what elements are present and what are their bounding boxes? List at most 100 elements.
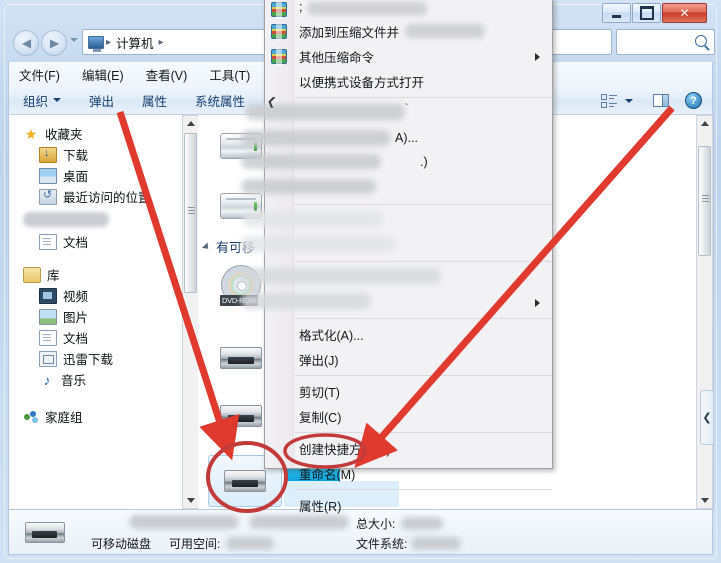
sidebar-item-documents[interactable]: 文档	[9, 327, 199, 348]
star-icon: ★	[24, 125, 38, 142]
context-menu-item-0-tail: ;	[299, 0, 303, 14]
context-menu-item-copy[interactable]: 复制(C)	[265, 404, 552, 429]
scroll-up-arrow[interactable]	[697, 116, 712, 131]
sidebar-item-recent-places[interactable]: 最近访问的位置	[9, 186, 199, 207]
breadcrumb-separator-end[interactable]: ▸	[157, 37, 166, 48]
scroll-down-arrow[interactable]	[183, 493, 198, 508]
breadcrumb-item-computer[interactable]: 计算机	[113, 33, 157, 52]
menu-file[interactable]: 文件(F)	[19, 65, 60, 84]
submenu-arrow-icon	[535, 299, 540, 307]
context-menu-separator-6	[295, 432, 552, 433]
context-menu-item-properties[interactable]: 属性(R)	[265, 493, 552, 518]
sidebar-group-libraries[interactable]: 库	[9, 264, 199, 285]
context-menu-item-a-tail: `	[405, 103, 409, 114]
context-menu-item-redacted-f[interactable]	[241, 233, 552, 258]
context-menu-item-redacted-e[interactable]	[243, 208, 552, 233]
redacted-label	[241, 236, 396, 252]
drive-item-usb-2[interactable]	[220, 405, 262, 427]
sidebar-item-thunder-download[interactable]: 迅雷下载	[9, 348, 199, 369]
usb-drive-icon	[224, 470, 266, 492]
sidebar-group-favorites[interactable]: ★ 收藏夹	[9, 123, 199, 144]
context-menu-item-format[interactable]: 格式化(A)...	[265, 322, 552, 347]
sidebar-item-documents-fav[interactable]: 文档	[9, 231, 199, 252]
organize-label: 组织	[23, 94, 49, 109]
context-menu-item-rename[interactable]: 重命名(M)	[265, 461, 552, 486]
system-properties-button[interactable]: 系统属性	[195, 91, 245, 110]
search-input[interactable]	[616, 29, 715, 55]
collapse-preview-pane-button[interactable]: ❮	[700, 390, 713, 445]
usb-drive-icon	[220, 405, 262, 427]
help-icon[interactable]: ?	[685, 92, 702, 109]
context-menu-separator-7	[295, 489, 552, 490]
content-pane-scrollbar[interactable]	[696, 115, 713, 509]
context-menu-separator-2	[295, 204, 552, 205]
eject-button[interactable]: 弹出	[89, 91, 114, 110]
context-menu-item-redacted-a[interactable]: `	[245, 101, 552, 126]
total-size-value	[401, 517, 444, 530]
chevron-down-icon	[53, 98, 62, 102]
context-menu-item-redacted-c[interactable]: .)	[241, 151, 552, 176]
usb-drive-icon	[25, 522, 65, 543]
filesystem-value	[411, 537, 462, 550]
breadcrumb-separator: ▸	[106, 36, 112, 48]
sidebar-item-music[interactable]: ♪ 音乐	[9, 369, 199, 390]
back-button[interactable]: ◀	[13, 30, 39, 56]
scrollbar-thumb[interactable]	[184, 133, 197, 293]
sidebar-item-music-label: 音乐	[61, 374, 87, 388]
context-menu-item-eject-label: 弹出(J)	[299, 354, 339, 368]
context-menu-item-redacted-b[interactable]: A)...	[241, 126, 552, 151]
context-menu-item-open-as-portable-device-label: 以便携式设备方式打开	[299, 76, 425, 90]
sidebar-item-redacted[interactable]	[9, 207, 199, 231]
history-dropdown-icon[interactable]	[70, 38, 78, 42]
computer-icon	[88, 35, 104, 52]
sidebar-item-pictures[interactable]: 图片	[9, 306, 199, 327]
context-menu-item-other-archive-commands[interactable]: 其他压缩命令	[265, 44, 552, 69]
rar-icon	[271, 2, 287, 19]
change-view-icon[interactable]	[601, 93, 617, 108]
forward-button[interactable]: ▶	[41, 30, 67, 56]
menu-tools[interactable]: 工具(T)	[209, 65, 250, 84]
window-controls: ✕	[601, 3, 707, 23]
context-menu-item-redacted-h[interactable]	[241, 290, 552, 315]
view-chevron-down-icon[interactable]	[625, 98, 633, 103]
context-menu-item-redacted-g[interactable]	[241, 265, 552, 290]
context-menu-item-cut[interactable]: 剪切(T)	[265, 379, 552, 404]
drive-item-usb-1[interactable]	[220, 347, 262, 369]
context-menu-item-0-redacted	[307, 2, 427, 15]
document-icon	[39, 233, 57, 250]
scroll-up-arrow[interactable]	[183, 116, 198, 131]
context-menu-item-create-shortcut[interactable]: 创建快捷方式(S)	[265, 436, 552, 461]
sidebar-item-downloads[interactable]: 下载	[9, 144, 199, 165]
context-menu-item-add-to-archive[interactable]: 添加到压缩文件并	[265, 19, 552, 44]
status-filesystem: 文件系统:	[356, 535, 462, 552]
menu-view[interactable]: 查看(V)	[146, 65, 188, 84]
navigation-pane-scrollbar[interactable]	[182, 115, 199, 509]
sidebar-item-desktop[interactable]: 桌面	[9, 165, 199, 186]
minimize-button[interactable]	[602, 3, 631, 23]
preview-pane-icon[interactable]	[653, 94, 669, 107]
context-menu-item-open-as-portable-device[interactable]: 以便携式设备方式打开	[265, 69, 552, 94]
maximize-button[interactable]	[632, 3, 661, 23]
properties-button[interactable]: 属性	[142, 91, 167, 110]
context-menu-item-c-tail: .)	[420, 155, 428, 169]
context-menu-item-add-to-archive-label: 添加到压缩文件并	[299, 26, 400, 40]
context-menu-item-0[interactable]: ;	[265, 0, 552, 19]
toolbar-right-group: ?	[601, 86, 702, 115]
context-menu-item-eject[interactable]: 弹出(J)	[265, 347, 552, 372]
context-menu-item-redacted-d[interactable]	[241, 176, 552, 201]
menu-edit[interactable]: 编辑(E)	[82, 65, 124, 84]
sidebar-group-favorites-label: 收藏夹	[45, 128, 83, 142]
scrollbar-thumb[interactable]	[698, 146, 711, 256]
status-free-space: 可用空间:	[169, 535, 275, 552]
pictures-icon	[39, 308, 57, 325]
context-menu-item-cut-label: 剪切(T)	[299, 386, 340, 400]
close-button[interactable]: ✕	[662, 3, 707, 23]
context-menu-item-rename-label: 重命名(M)	[299, 468, 356, 482]
scroll-down-arrow[interactable]	[697, 493, 712, 508]
redacted-label	[23, 211, 109, 227]
sidebar-item-homegroup[interactable]: 家庭组	[9, 406, 199, 427]
organize-button[interactable]: 组织	[23, 91, 62, 110]
search-icon	[695, 35, 707, 47]
chevron-left-icon: ❮	[702, 412, 712, 424]
sidebar-item-videos[interactable]: 视频	[9, 285, 199, 306]
